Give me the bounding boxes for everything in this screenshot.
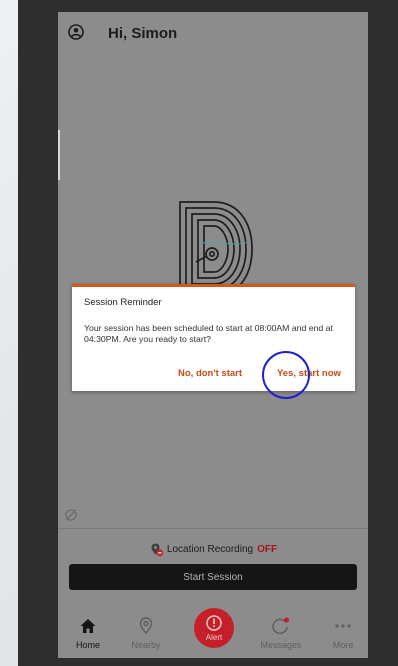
decline-button[interactable]: No, don't start	[178, 368, 242, 379]
location-recording-label: Location Recording	[166, 543, 254, 555]
tab-label: Messages	[260, 640, 302, 650]
home-icon	[80, 619, 96, 633]
tab-messages[interactable]: Messages	[251, 600, 311, 658]
app-screen: Hi, Simon Session Reminder Your session …	[58, 12, 368, 658]
scrollbar	[58, 130, 60, 180]
messages-icon	[272, 617, 290, 635]
dialog-message: Your session has been scheduled to start…	[84, 323, 333, 344]
tab-label: Alert	[205, 633, 223, 642]
tab-home[interactable]: Home	[58, 600, 118, 658]
accept-button[interactable]: Yes, start now	[277, 368, 341, 379]
divider	[58, 528, 368, 529]
tab-more[interactable]: More	[313, 600, 368, 658]
location-pin-icon	[139, 617, 153, 634]
tab-alert[interactable]: Alert	[184, 600, 244, 658]
location-off-icon	[151, 543, 164, 556]
location-recording-status: Location Recording OFF	[58, 540, 368, 558]
more-icon	[335, 624, 351, 628]
alert-icon	[206, 615, 222, 631]
location-disabled-icon	[65, 509, 77, 521]
start-session-label: Start Session	[183, 571, 243, 583]
greeting-text: Hi, Simon	[108, 25, 178, 42]
tab-label: Nearby	[131, 640, 161, 650]
recording-status-off: OFF	[257, 543, 278, 555]
user-profile-icon[interactable]	[68, 24, 84, 40]
dialog-title: Session Reminder	[84, 297, 162, 308]
tab-label: Home	[75, 640, 100, 650]
session-reminder-dialog: Session Reminder Your session has been s…	[72, 284, 355, 391]
tab-nearby[interactable]: Nearby	[116, 600, 176, 658]
bottom-tab-bar: Home Nearby Alert Messages More	[58, 600, 368, 658]
alert-button[interactable]: Alert	[194, 608, 234, 648]
tab-label: More	[332, 640, 354, 650]
start-session-button[interactable]: Start Session	[69, 564, 357, 590]
app-header: Hi, Simon	[58, 12, 368, 56]
